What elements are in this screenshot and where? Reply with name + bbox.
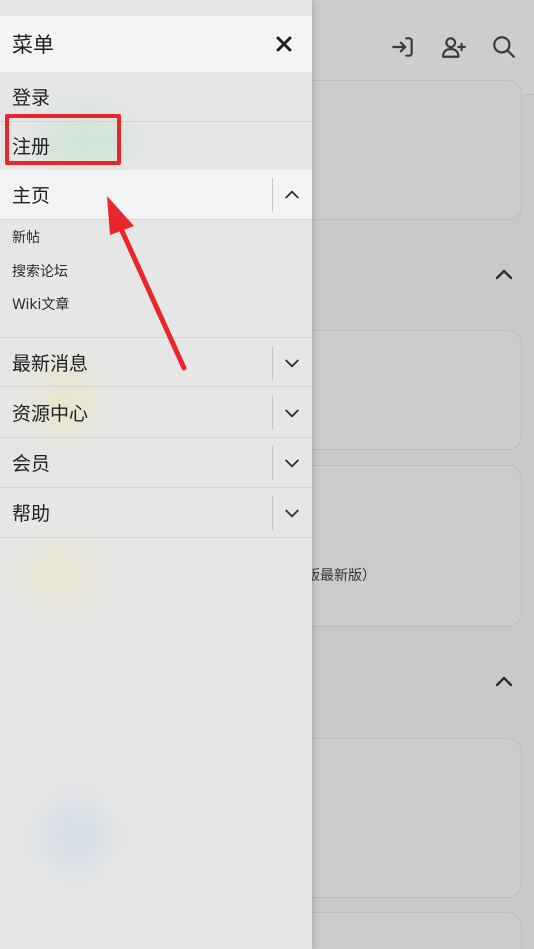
chevron-up-icon[interactable] <box>492 670 516 694</box>
expand-toggle[interactable] <box>276 448 308 478</box>
divider <box>272 346 273 380</box>
submenu-item-wiki[interactable]: Wiki文章 <box>12 294 69 314</box>
menu-item-help[interactable]: 帮助 <box>0 488 312 538</box>
content-card <box>300 912 522 949</box>
chevron-up-icon[interactable] <box>492 263 516 287</box>
chevron-down-icon <box>285 459 299 468</box>
divider <box>272 396 273 430</box>
submenu-item-new-posts[interactable]: 新帖 <box>12 227 40 247</box>
menu-item-members[interactable]: 会员 <box>0 438 312 488</box>
menu-item-label: 主页 <box>12 185 51 207</box>
close-button[interactable] <box>270 30 298 58</box>
divider <box>272 178 273 212</box>
content-card <box>300 738 522 898</box>
menu-item-label: 资源中心 <box>12 403 89 425</box>
login-icon[interactable] <box>386 30 420 64</box>
close-icon <box>276 36 292 52</box>
menu-item-resources[interactable]: 资源中心 <box>0 388 312 438</box>
chevron-down-icon <box>285 409 299 418</box>
collapse-toggle[interactable] <box>276 180 308 210</box>
content-card <box>300 80 522 220</box>
blurred-background-shape <box>40 800 110 870</box>
drawer-header: 菜单 <box>0 16 312 72</box>
menu-item-label: 帮助 <box>12 503 51 525</box>
chevron-down-icon <box>285 359 299 368</box>
expand-toggle[interactable] <box>276 498 308 528</box>
divider <box>272 496 273 530</box>
card-text: 版最新版） <box>306 568 376 584</box>
search-icon[interactable] <box>487 30 521 64</box>
expand-toggle[interactable] <box>276 398 308 428</box>
drawer-title: 菜单 <box>12 33 54 57</box>
menu-item-label: 最新消息 <box>12 352 89 375</box>
menu-item-news[interactable]: 最新消息 <box>0 337 312 387</box>
menu-item-label: 会员 <box>12 453 51 475</box>
chevron-up-icon <box>285 190 299 199</box>
divider <box>272 446 273 480</box>
expand-toggle[interactable] <box>276 348 308 378</box>
chevron-down-icon <box>285 509 299 518</box>
add-user-icon[interactable] <box>437 30 471 64</box>
blurred-background-shape <box>20 540 100 610</box>
menu-item-label: 登录 <box>12 87 51 109</box>
content-card <box>300 465 522 627</box>
content-card <box>300 330 522 450</box>
submenu-item-search-forum[interactable]: 搜索论坛 <box>12 261 68 281</box>
highlight-box <box>5 114 121 165</box>
menu-item-home[interactable]: 主页 <box>0 170 312 220</box>
